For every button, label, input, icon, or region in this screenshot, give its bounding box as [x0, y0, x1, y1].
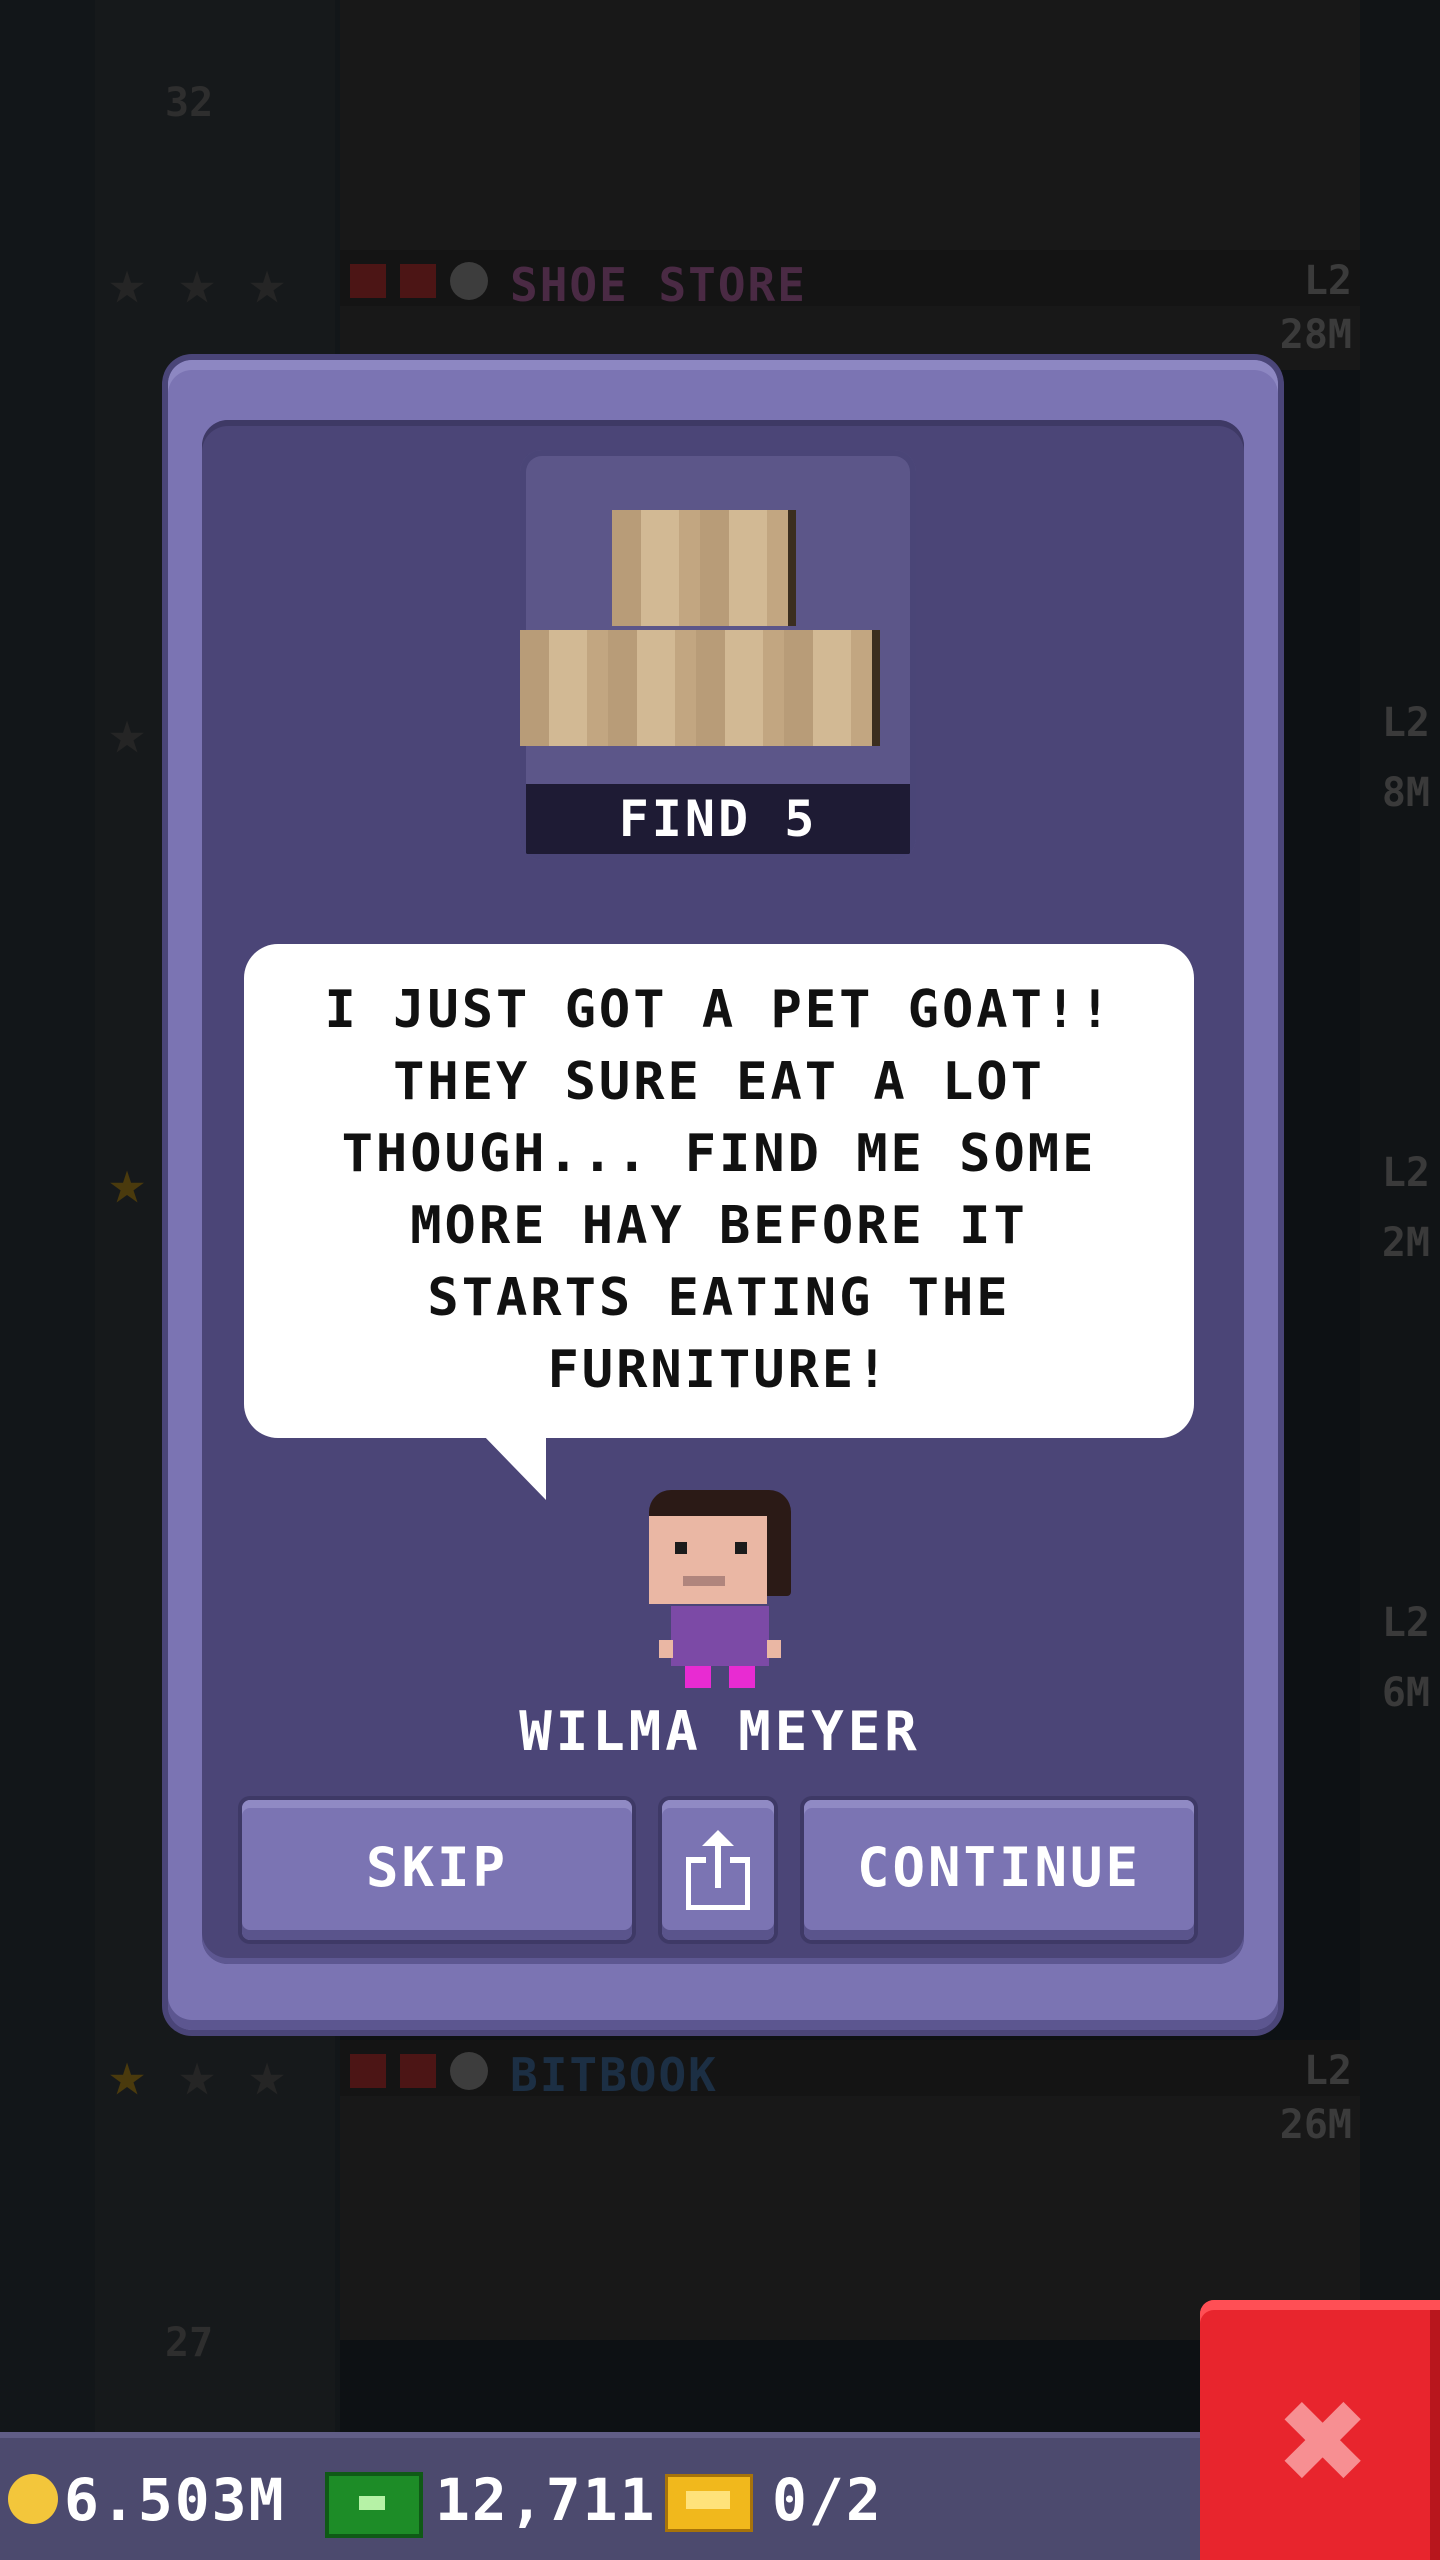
- clock-icon: [450, 262, 488, 300]
- close-x-icon: [400, 2054, 436, 2088]
- side-level: L2: [1381, 1600, 1430, 1646]
- share-icon: [686, 1830, 750, 1910]
- side-amount: 6M: [1381, 1670, 1430, 1716]
- skip-button[interactable]: SKIP: [242, 1800, 632, 1940]
- star-icon: ★: [108, 2037, 146, 2110]
- floor-label-row: BITBOOK L2: [340, 2040, 1360, 2102]
- ticket-count: 0/2: [772, 2466, 883, 2534]
- side-amount: 8M: [1381, 770, 1430, 816]
- floor-bitbook[interactable]: BITBOOK L2 26M: [340, 2040, 1360, 2340]
- find-count-label: FIND 5: [526, 784, 910, 854]
- star-icon: ★: [178, 245, 216, 318]
- close-icon: ✖: [1279, 2354, 1371, 2528]
- star-icon: ★: [248, 245, 286, 318]
- floor-level: L2: [1303, 2048, 1352, 2094]
- close-x-icon: [400, 264, 436, 298]
- tower-bux-icon: [325, 2472, 423, 2538]
- floor-name: BITBOOK: [510, 2048, 718, 2102]
- star-icon: ★: [108, 695, 146, 768]
- floor-top: [340, 0, 1360, 250]
- close-button[interactable]: ✖: [1200, 2300, 1440, 2560]
- star-icon: ★: [178, 2037, 216, 2110]
- npc-avatar: [645, 1490, 795, 1700]
- star-icon: ★: [248, 2037, 286, 2110]
- floor-number: 32: [165, 80, 214, 126]
- floor-level: L2: [1303, 258, 1352, 304]
- floor-label-row: SHOE STORE L2: [340, 250, 1360, 312]
- star-icon: ★: [108, 245, 146, 318]
- speech-text: I JUST GOT A PET GOAT!! THEY SURE EAT A …: [324, 980, 1114, 1400]
- floor-stars: ★ ★ ★: [95, 250, 299, 314]
- floor-shoe-store[interactable]: SHOE STORE L2 28M: [340, 250, 1360, 370]
- mission-item-card: FIND 5: [520, 450, 916, 860]
- close-x-icon: [350, 2054, 386, 2088]
- star-icon: ★: [108, 1145, 146, 1218]
- floor-name: SHOE STORE: [510, 258, 807, 312]
- speech-bubble: I JUST GOT A PET GOAT!! THEY SURE EAT A …: [244, 944, 1194, 1438]
- coin-icon: [8, 2474, 58, 2524]
- floor-amount: 28M: [1279, 312, 1352, 358]
- continue-button[interactable]: CONTINUE: [804, 1800, 1194, 1940]
- side-level: L2: [1381, 1150, 1430, 1196]
- side-level: L2: [1381, 700, 1430, 746]
- bux-balance: 12,711: [435, 2466, 657, 2534]
- close-x-icon: [350, 264, 386, 298]
- side-amount: 2M: [1381, 1220, 1430, 1266]
- floor-amount: 26M: [1279, 2102, 1352, 2148]
- coin-balance: 6.503M: [64, 2466, 286, 2534]
- floor-stars: ★ ★ ★: [95, 2042, 299, 2106]
- share-button[interactable]: [662, 1800, 774, 1940]
- clock-icon: [450, 2052, 488, 2090]
- npc-name: WILMA MEYER: [519, 1700, 921, 1763]
- hay-bales-icon: [520, 510, 916, 770]
- tower-edge: [1360, 0, 1440, 2560]
- speech-tail: [482, 1434, 546, 1500]
- floor-number: 27: [165, 2320, 214, 2366]
- golden-ticket-icon: [665, 2474, 753, 2532]
